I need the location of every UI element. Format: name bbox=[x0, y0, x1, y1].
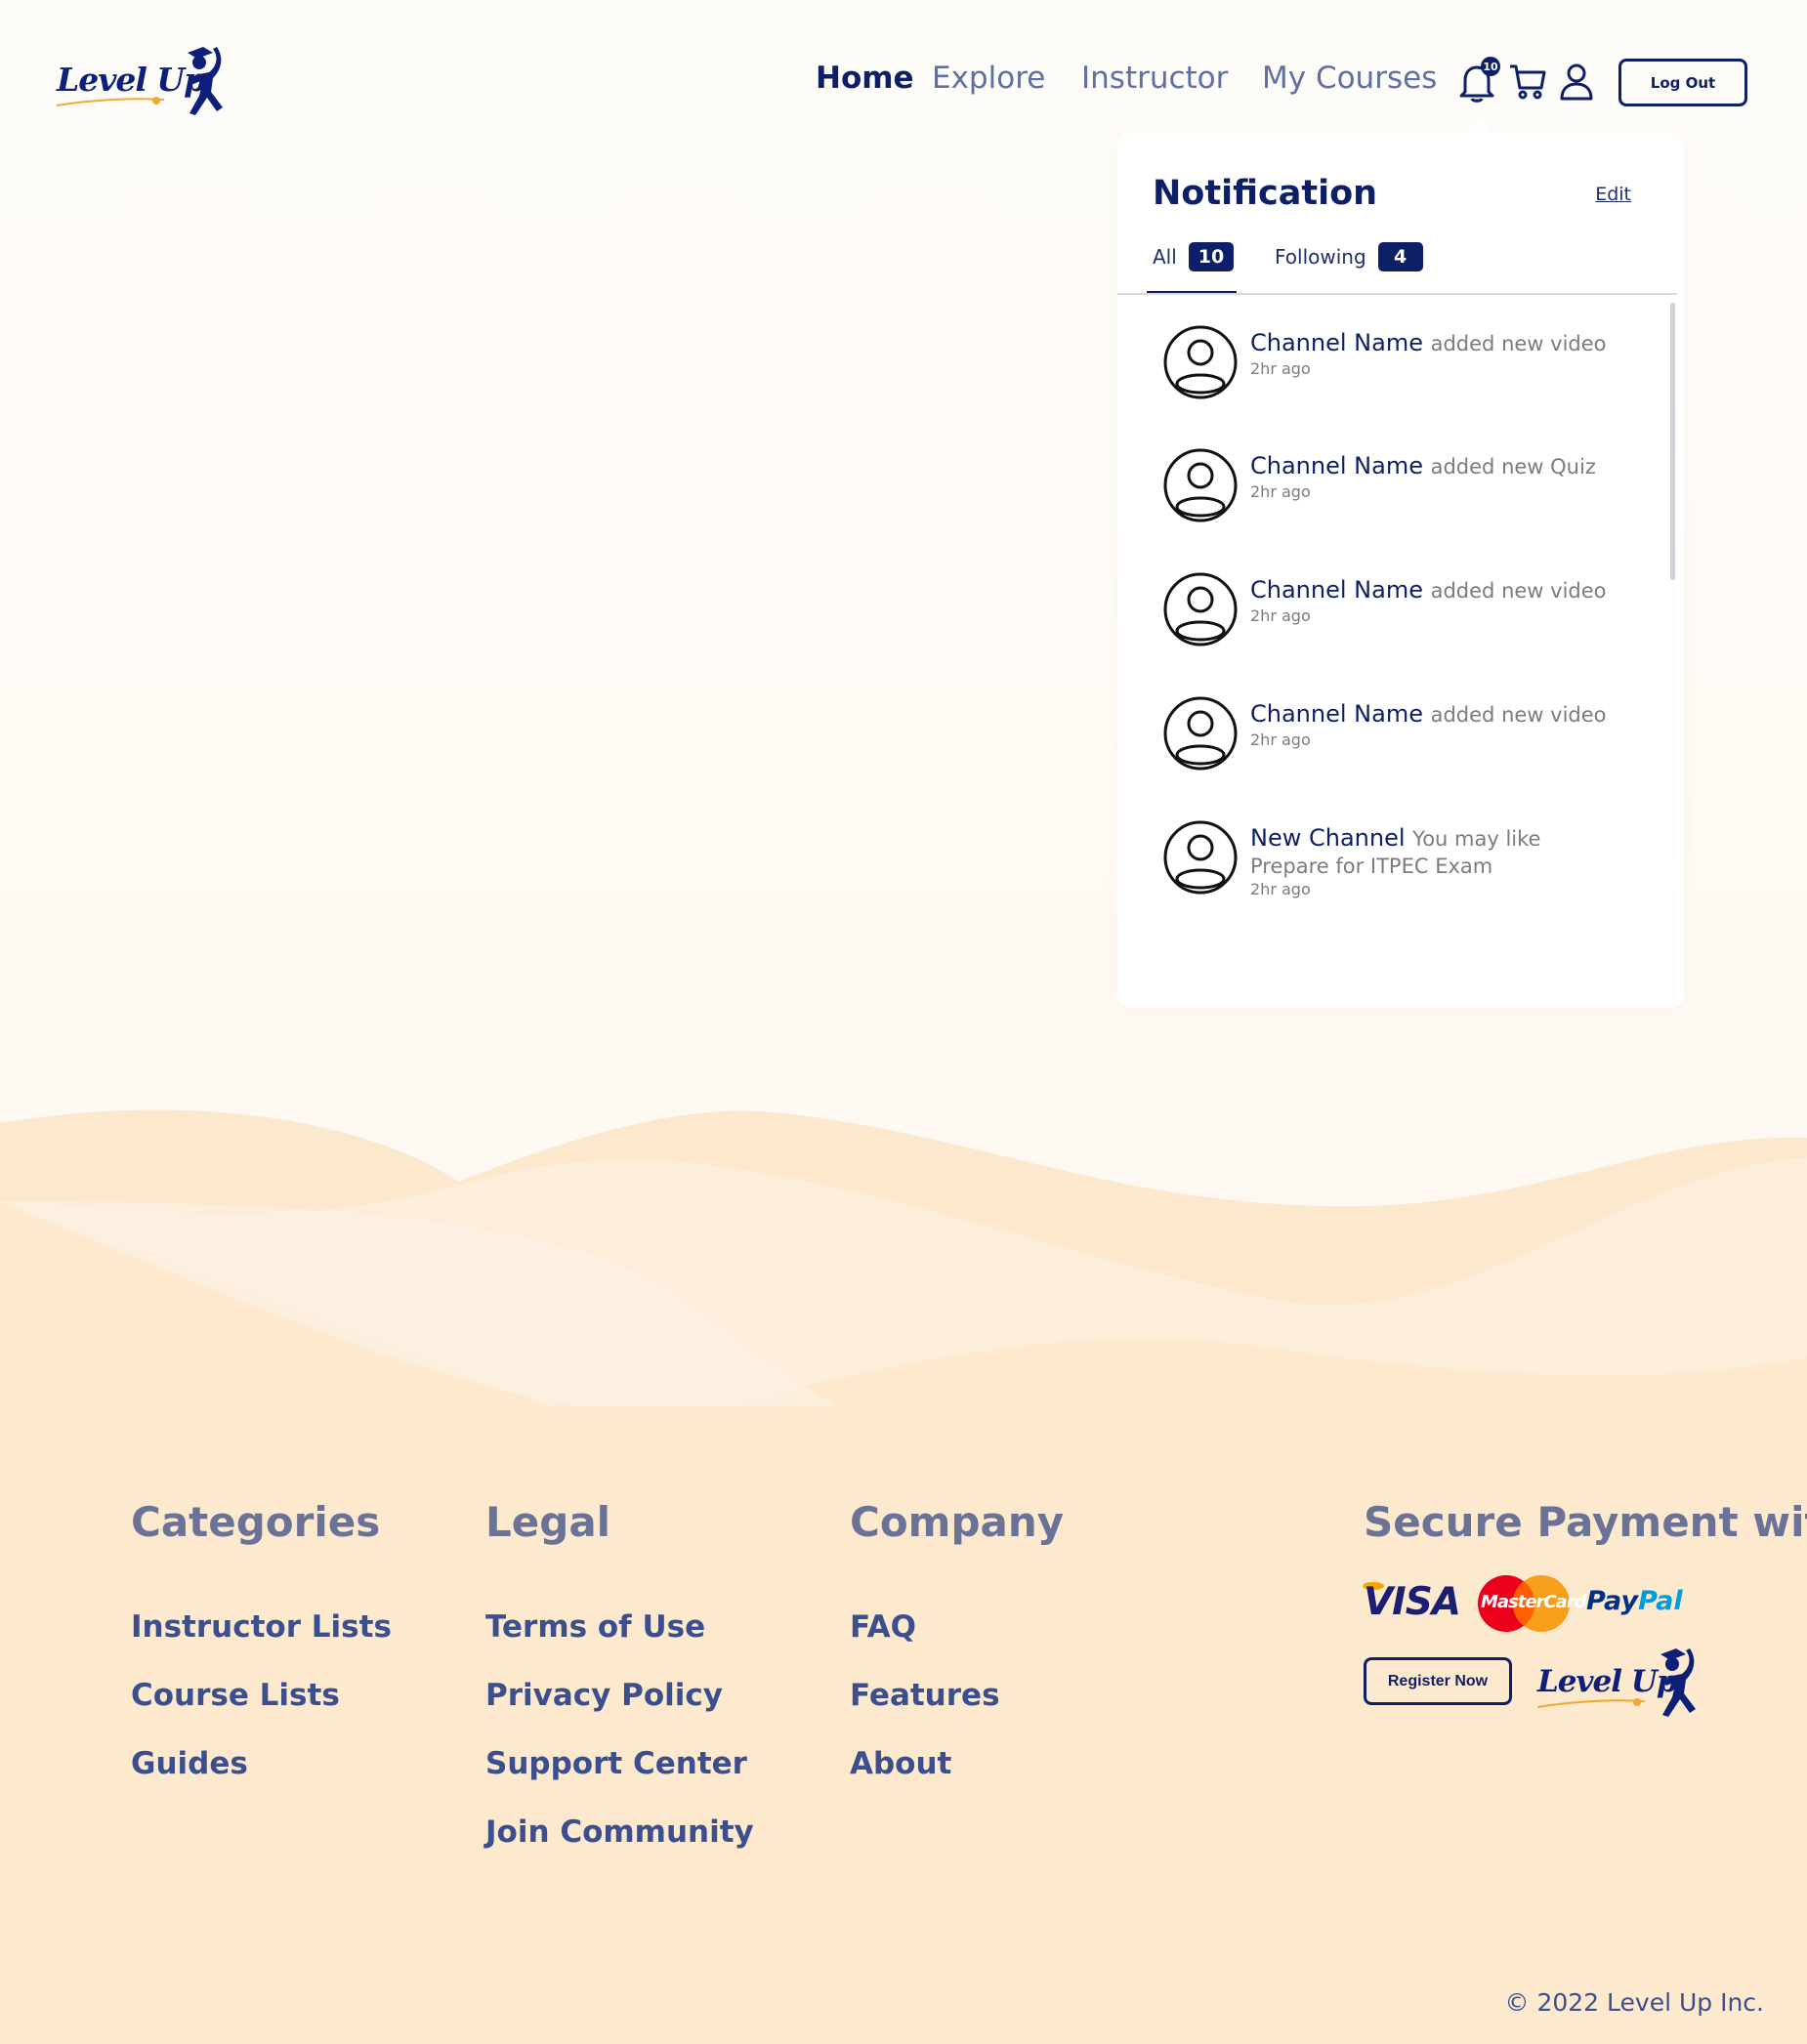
notification-time: 2hr ago bbox=[1250, 606, 1311, 625]
cart-button[interactable] bbox=[1508, 63, 1547, 105]
footer-heading-legal: Legal bbox=[485, 1498, 611, 1546]
nav-explore[interactable]: Explore bbox=[932, 61, 1045, 96]
paypal-logo: PayPal bbox=[1586, 1586, 1683, 1616]
visa-logo: VISA bbox=[1364, 1580, 1461, 1624]
notification-subtitle: Prepare for ITPEC Exam bbox=[1250, 855, 1493, 878]
tab-all[interactable]: All 10 bbox=[1153, 242, 1235, 271]
notification-bell-button[interactable]: 10 bbox=[1457, 57, 1500, 107]
notification-time: 2hr ago bbox=[1250, 482, 1311, 501]
footer-brand-logo[interactable]: Level Up bbox=[1535, 1641, 1711, 1721]
panel-title: Notification bbox=[1153, 174, 1378, 213]
notification-action: added new video bbox=[1430, 579, 1607, 603]
notification-time: 2hr ago bbox=[1250, 359, 1311, 378]
footer-link-privacy-policy[interactable]: Privacy Policy bbox=[485, 1678, 723, 1713]
mastercard-logo: MasterCard bbox=[1477, 1574, 1587, 1633]
footer-link-instructor-lists[interactable]: Instructor Lists bbox=[131, 1609, 392, 1645]
notification-item[interactable]: Channel Name added new video 2hr ago bbox=[1162, 571, 1651, 659]
channel-name: Channel Name bbox=[1250, 452, 1423, 480]
tab-label: All bbox=[1153, 245, 1177, 269]
channel-name: Channel Name bbox=[1250, 700, 1423, 728]
notification-action: added new video bbox=[1430, 703, 1607, 727]
avatar-icon bbox=[1163, 448, 1238, 522]
logout-button[interactable]: Log Out bbox=[1618, 59, 1747, 106]
footer-link-guides[interactable]: Guides bbox=[131, 1746, 248, 1781]
footer-heading-company: Company bbox=[850, 1498, 1065, 1546]
tab-count-badge: 4 bbox=[1377, 242, 1423, 271]
notification-count-badge: 10 bbox=[1481, 57, 1500, 76]
channel-name: Channel Name bbox=[1250, 329, 1423, 356]
notification-item[interactable]: New Channel You may like Prepare for ITP… bbox=[1162, 819, 1651, 927]
footer-link-join-community[interactable]: Join Community bbox=[485, 1815, 754, 1850]
notification-time: 2hr ago bbox=[1250, 730, 1311, 749]
notification-action: added new Quiz bbox=[1430, 455, 1596, 479]
tab-count-badge: 10 bbox=[1188, 242, 1235, 271]
cart-icon bbox=[1510, 64, 1546, 100]
notification-action: added new video bbox=[1430, 332, 1607, 355]
footer-heading-payment: Secure Payment with bbox=[1364, 1498, 1807, 1546]
nav-my-courses[interactable]: My Courses bbox=[1262, 61, 1437, 96]
graduate-figure-icon bbox=[1660, 1648, 1696, 1717]
logo-swoosh bbox=[56, 97, 165, 106]
channel-name: New Channel bbox=[1250, 824, 1406, 852]
paypal-wordmark: PayPal bbox=[1586, 1586, 1683, 1616]
notification-item[interactable]: Channel Name added new Quiz 2hr ago bbox=[1162, 447, 1651, 535]
avatar-icon bbox=[1163, 696, 1238, 771]
footer-link-terms-of-use[interactable]: Terms of Use bbox=[485, 1609, 705, 1645]
channel-name: Channel Name bbox=[1250, 576, 1423, 604]
footer-heading-categories: Categories bbox=[131, 1498, 381, 1546]
footer-link-features[interactable]: Features bbox=[850, 1678, 1000, 1713]
notification-item[interactable]: Channel Name added new video 2hr ago bbox=[1162, 324, 1651, 412]
footer-link-course-lists[interactable]: Course Lists bbox=[131, 1678, 340, 1713]
tab-following[interactable]: Following 4 bbox=[1275, 242, 1423, 271]
graduate-figure-icon bbox=[188, 47, 223, 115]
notification-item[interactable]: Channel Name added new video 2hr ago bbox=[1162, 695, 1651, 783]
profile-button[interactable] bbox=[1559, 63, 1594, 105]
notification-panel: Notification Edit All 10 Following 4 Cha… bbox=[1117, 133, 1684, 1008]
copyright: © 2022 Level Up Inc. bbox=[1504, 1988, 1764, 2017]
divider bbox=[1117, 293, 1677, 295]
logo-swoosh bbox=[1536, 1698, 1646, 1708]
footer-link-about[interactable]: About bbox=[850, 1746, 951, 1781]
avatar-icon bbox=[1163, 820, 1238, 895]
nav-instructor[interactable]: Instructor bbox=[1081, 61, 1228, 96]
edit-link[interactable]: Edit bbox=[1595, 184, 1631, 205]
scrollbar[interactable] bbox=[1670, 303, 1675, 580]
avatar-icon bbox=[1163, 572, 1238, 647]
brand-logo[interactable]: Level Up bbox=[55, 39, 231, 127]
mastercard-wordmark: MasterCard bbox=[1481, 1592, 1587, 1612]
notification-action: You may like bbox=[1412, 827, 1541, 851]
register-button[interactable]: Register Now bbox=[1364, 1657, 1512, 1705]
tab-label: Following bbox=[1275, 245, 1366, 269]
avatar-icon bbox=[1163, 325, 1238, 399]
nav-home[interactable]: Home bbox=[816, 61, 914, 96]
footer-link-faq[interactable]: FAQ bbox=[850, 1609, 916, 1645]
footer-link-support-center[interactable]: Support Center bbox=[485, 1746, 747, 1781]
notification-time: 2hr ago bbox=[1250, 880, 1311, 898]
user-icon bbox=[1560, 63, 1593, 101]
